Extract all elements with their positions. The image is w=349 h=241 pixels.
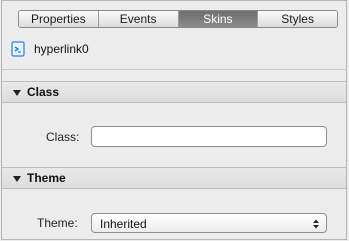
tab-bar: Properties Events Skins Styles — [18, 10, 338, 28]
disclosure-triangle-icon — [13, 90, 21, 96]
tab-styles[interactable]: Styles — [258, 11, 337, 27]
theme-section-header[interactable]: Theme — [2, 167, 346, 189]
theme-field-label: Theme: — [37, 216, 78, 230]
theme-selected-value: Inherited — [100, 217, 147, 231]
hyperlink-component-icon — [10, 41, 26, 57]
class-section-title: Class — [27, 85, 60, 99]
disclosure-triangle-icon — [13, 176, 21, 182]
up-down-arrows-icon — [312, 217, 320, 229]
class-section-header[interactable]: Class — [2, 81, 346, 103]
theme-select[interactable]: Inherited — [91, 213, 327, 233]
tab-properties[interactable]: Properties — [19, 11, 99, 27]
divider — [2, 69, 346, 70]
tab-events[interactable]: Events — [98, 11, 179, 27]
tab-skins[interactable]: Skins — [178, 11, 259, 27]
component-name: hyperlink0 — [34, 42, 89, 56]
class-field-label: Class: — [46, 130, 80, 144]
component-row: hyperlink0 — [2, 35, 346, 63]
class-input[interactable] — [91, 126, 327, 147]
skins-panel: Properties Events Skins Styles hyperlink… — [1, 0, 347, 240]
theme-section-title: Theme — [27, 171, 66, 185]
